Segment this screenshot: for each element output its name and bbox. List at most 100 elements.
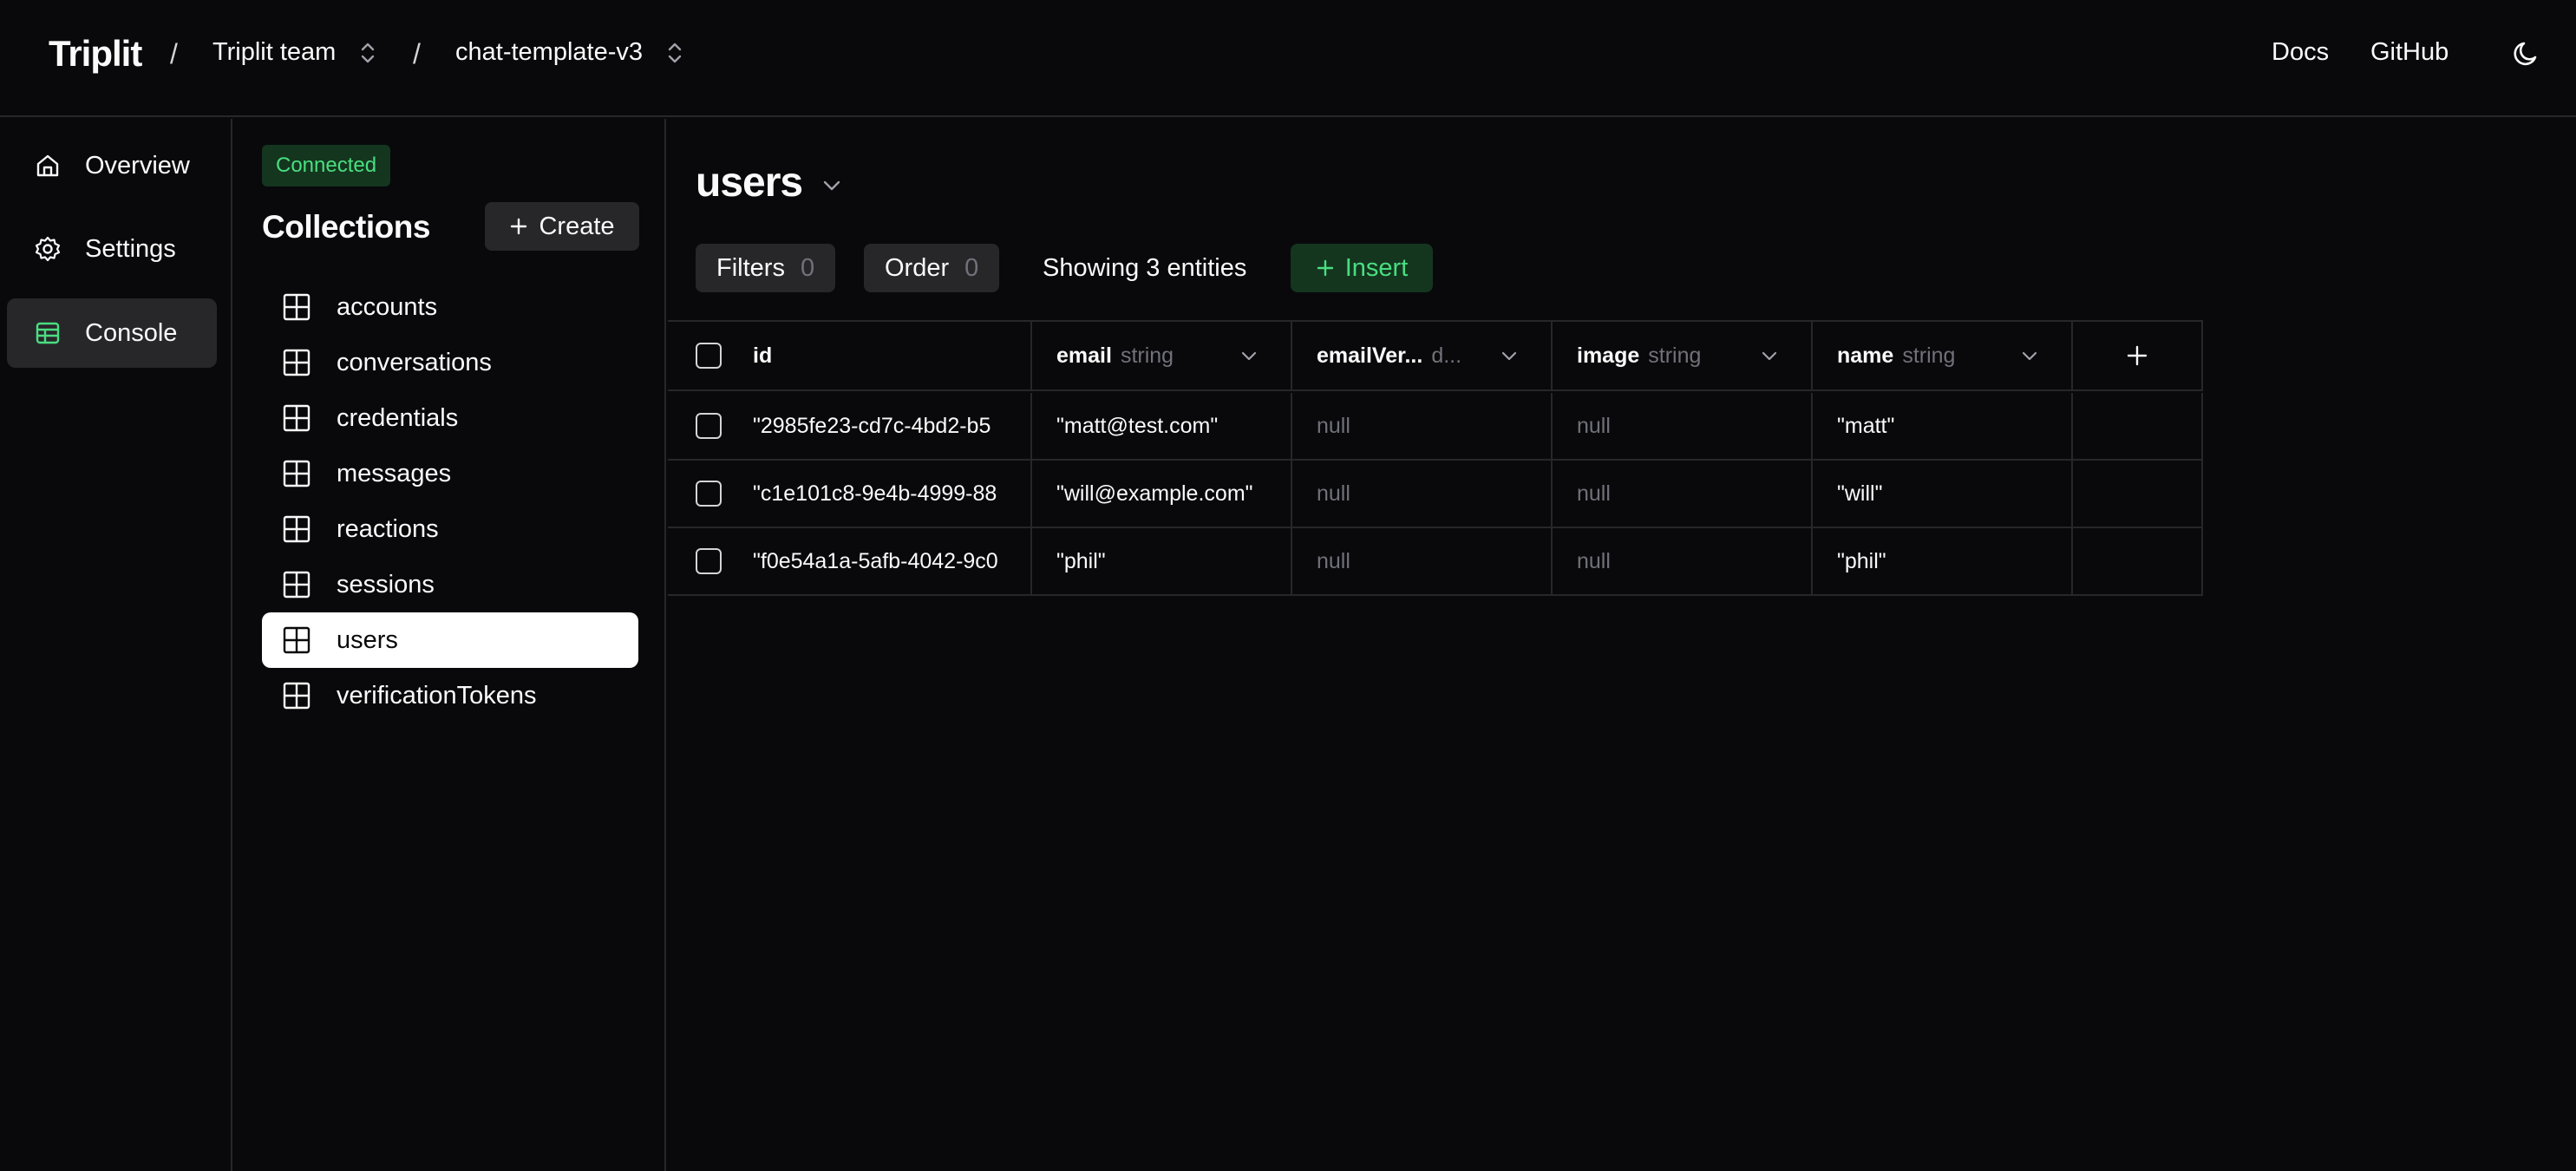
column-name: emailVer... xyxy=(1317,343,1423,368)
table-cell[interactable]: "f0e54a1a-5afb-4042-9c0 xyxy=(753,528,1032,596)
nav-item-settings[interactable]: Settings xyxy=(7,214,217,284)
chevron-down-icon[interactable] xyxy=(1499,345,1520,366)
collection-item-label: messages xyxy=(337,459,452,487)
grid-icon xyxy=(283,460,311,487)
nav-item-label: Settings xyxy=(85,234,176,263)
team-switcher[interactable]: Triplit team xyxy=(212,38,377,67)
table-cell[interactable]: "matt@test.com" xyxy=(1032,393,1292,461)
chevron-down-icon[interactable] xyxy=(1759,345,1780,366)
github-link[interactable]: GitHub xyxy=(2370,38,2449,67)
connection-status-badge: Connected xyxy=(262,145,391,186)
collection-title-dropdown[interactable]: users xyxy=(696,159,844,206)
table-cell[interactable]: "c1e101c8-9e4b-4999-88 xyxy=(753,461,1032,528)
create-collection-button[interactable]: Create xyxy=(485,202,639,251)
collection-item-accounts[interactable]: accounts xyxy=(262,279,638,335)
left-navigation: Overview Settings Console xyxy=(0,119,232,1171)
team-name: Triplit team xyxy=(212,38,337,66)
page-title: users xyxy=(696,160,803,206)
row-checkbox[interactable] xyxy=(696,413,722,439)
column-header-emailver[interactable]: emailVer... d... xyxy=(1292,320,1553,391)
collection-item-sessions[interactable]: sessions xyxy=(262,557,638,612)
column-header-image[interactable]: image string xyxy=(1553,320,1813,391)
moon-icon[interactable] xyxy=(2509,36,2544,71)
table-cell[interactable]: "2985fe23-cd7c-4bd2-b5 xyxy=(753,393,1032,461)
grid-icon xyxy=(283,515,311,543)
table-cell[interactable]: "will@example.com" xyxy=(1032,461,1292,528)
column-header-name[interactable]: name string xyxy=(1813,320,2073,391)
empty-cell xyxy=(2073,393,2203,461)
column-name: image xyxy=(1577,343,1640,368)
empty-cell xyxy=(2073,528,2203,596)
column-name: email xyxy=(1056,343,1112,368)
order-button[interactable]: Order 0 xyxy=(864,244,1000,292)
column-header-id[interactable]: id xyxy=(753,320,1032,391)
chevron-up-down-icon xyxy=(362,43,375,62)
column-name: id xyxy=(753,343,773,368)
breadcrumb-separator: / xyxy=(413,38,421,69)
table-cell[interactable]: "phil" xyxy=(1032,528,1292,596)
nav-item-label: Console xyxy=(85,318,178,347)
row-select-cell xyxy=(668,528,753,596)
table-cell[interactable]: "will" xyxy=(1813,461,2073,528)
nav-item-label: Overview xyxy=(85,151,190,180)
table-cell[interactable]: "phil" xyxy=(1813,528,2073,596)
collection-item-messages[interactable]: messages xyxy=(262,446,638,501)
collections-title: Collections xyxy=(262,209,430,245)
collection-item-label: reactions xyxy=(337,514,439,543)
nav-item-overview[interactable]: Overview xyxy=(7,131,217,200)
table-cell[interactable]: null xyxy=(1553,528,1813,596)
collection-item-verificationtokens[interactable]: verificationTokens xyxy=(262,668,638,723)
collection-item-reactions[interactable]: reactions xyxy=(262,501,638,557)
table-cell[interactable]: null xyxy=(1292,528,1553,596)
project-switcher[interactable]: chat-template-v3 xyxy=(455,38,684,67)
empty-cell xyxy=(2073,461,2203,528)
select-all-checkbox[interactable] xyxy=(696,343,722,369)
row-checkbox[interactable] xyxy=(696,481,722,507)
order-label: Order xyxy=(885,253,950,282)
filters-button[interactable]: Filters 0 xyxy=(696,244,836,292)
row-checkbox[interactable] xyxy=(696,548,722,574)
collection-item-label: accounts xyxy=(337,292,438,321)
table-row[interactable]: "f0e54a1a-5afb-4042-9c0 "phil" null null "ph… xyxy=(668,528,2203,596)
collection-item-users[interactable]: users xyxy=(262,612,638,668)
table-row[interactable]: "2985fe23-cd7c-4bd2-b5 "matt@test.com" nul… xyxy=(668,393,2203,461)
column-type: string xyxy=(1120,343,1174,368)
column-header-email[interactable]: email string xyxy=(1032,320,1292,391)
grid-icon xyxy=(283,626,311,654)
table-header-row: id email string emailVer... d... image string n… xyxy=(668,320,2203,391)
plus-icon xyxy=(511,218,527,235)
insert-button[interactable]: Insert xyxy=(1291,244,1433,292)
filters-count: 0 xyxy=(800,253,815,282)
gear-icon xyxy=(35,236,61,262)
table-row[interactable]: "c1e101c8-9e4b-4999-88 "will@example.com"… xyxy=(668,461,2203,528)
table-cell[interactable]: null xyxy=(1292,461,1553,528)
main-content: users Filters 0 Order 0 Showing 3 entiti… xyxy=(668,119,2576,1171)
grid-icon xyxy=(283,293,311,321)
grid-icon xyxy=(283,404,311,432)
plus-icon[interactable] xyxy=(2125,343,2149,368)
column-type: string xyxy=(1648,343,1702,368)
table-cell[interactable]: "matt" xyxy=(1813,393,2073,461)
brand-logo[interactable]: Triplit xyxy=(49,33,142,75)
create-label: Create xyxy=(539,212,615,240)
order-count: 0 xyxy=(964,253,979,282)
docs-link[interactable]: Docs xyxy=(2272,38,2329,67)
collection-item-label: credentials xyxy=(337,403,459,432)
collection-item-credentials[interactable]: credentials xyxy=(262,390,638,446)
nav-item-console[interactable]: Console xyxy=(7,298,217,368)
table-cell[interactable]: null xyxy=(1292,393,1553,461)
column-name: name xyxy=(1837,343,1894,368)
top-bar: Triplit / Triplit team / chat-template-v… xyxy=(0,0,2576,117)
table-cell[interactable]: null xyxy=(1553,461,1813,528)
table-icon xyxy=(36,322,60,344)
breadcrumb-separator: / xyxy=(170,38,178,69)
column-type: d... xyxy=(1431,343,1462,368)
chevron-down-icon[interactable] xyxy=(2019,345,2040,366)
row-select-cell xyxy=(668,393,753,461)
grid-icon xyxy=(283,571,311,599)
chevron-down-icon[interactable] xyxy=(1239,345,1259,366)
collection-item-conversations[interactable]: conversations xyxy=(262,335,638,390)
grid-icon xyxy=(283,682,311,710)
table-cell[interactable]: null xyxy=(1553,393,1813,461)
grid-icon xyxy=(283,349,311,376)
